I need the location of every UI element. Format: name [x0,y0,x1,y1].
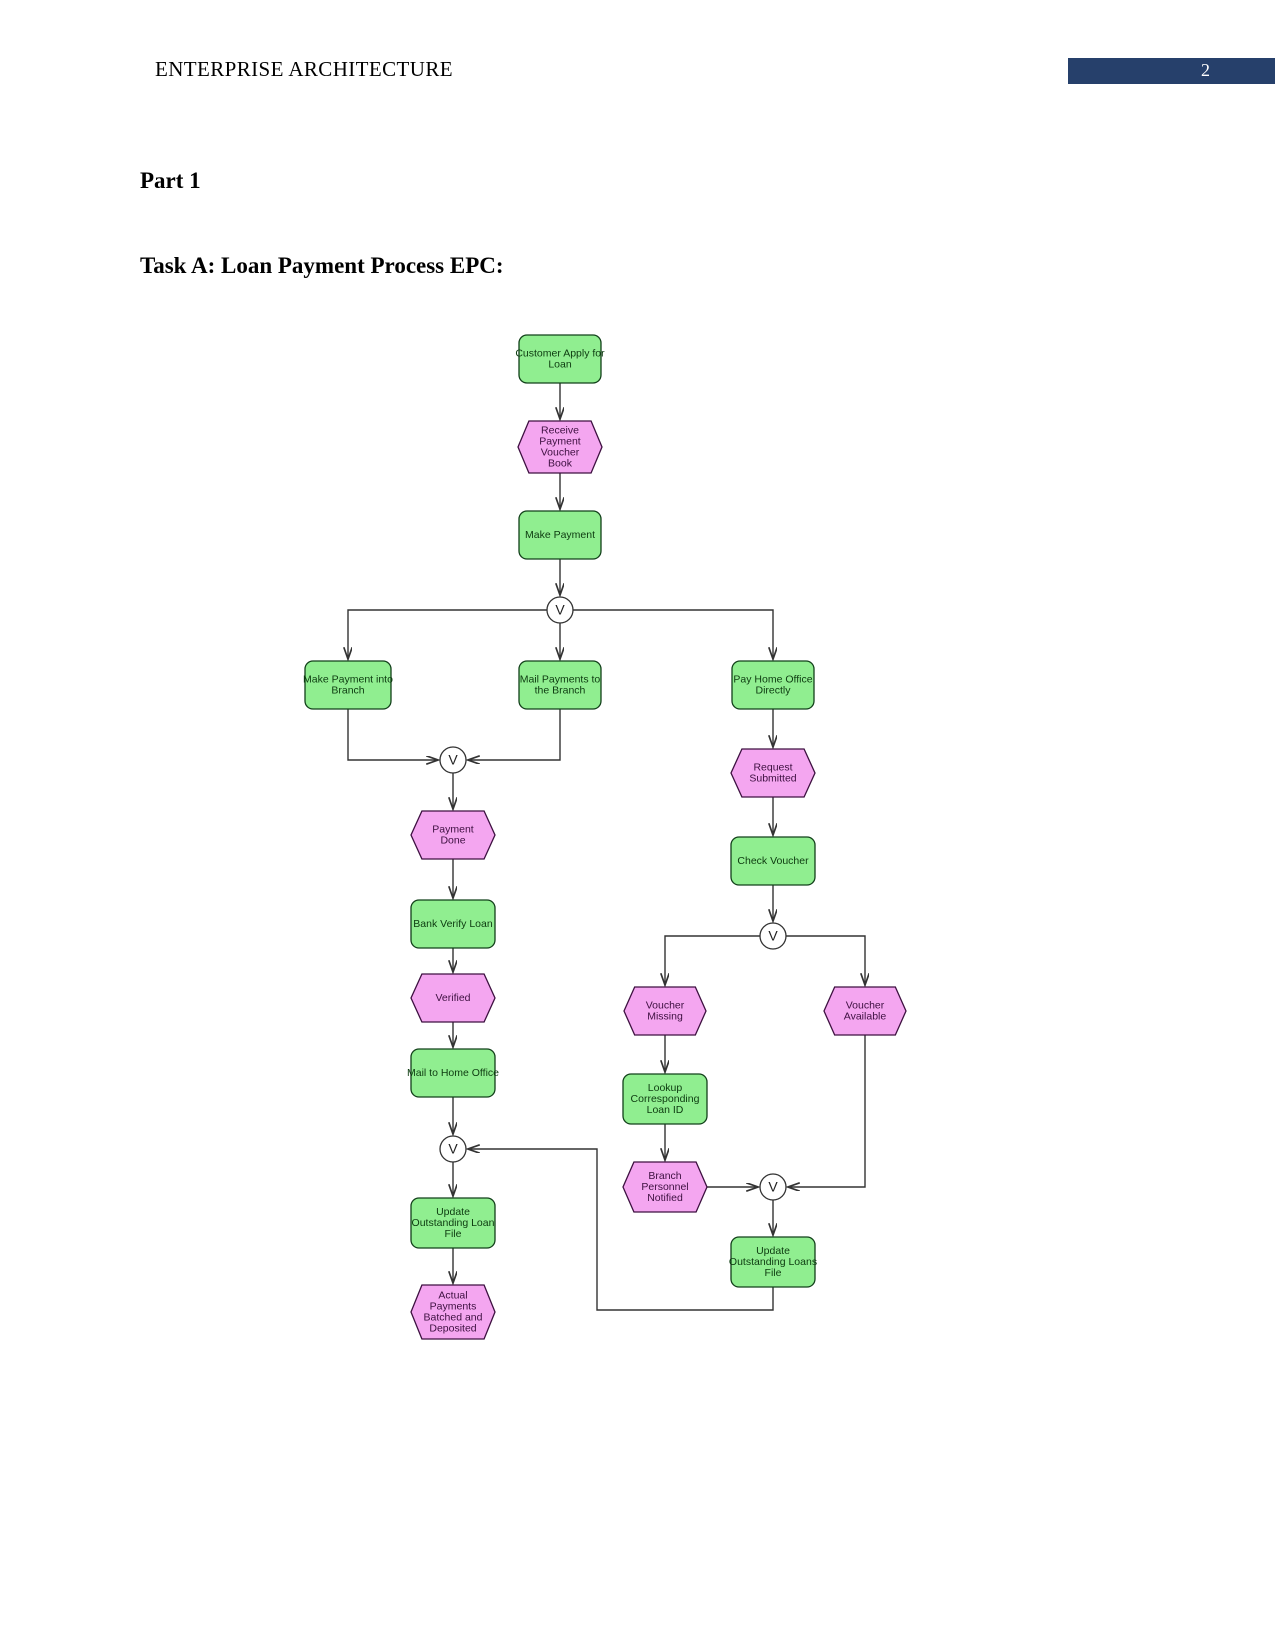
connector-c1[interactable]: V [546,596,574,624]
node-label: Check Voucher [737,855,809,867]
node-layer: Customer Apply for Loan Receive Payment Vouc… [303,334,907,1340]
edge-c3-to-n15 [665,935,760,985]
event-payment-done[interactable]: Payment Done [410,810,496,860]
function-lookup-corresponding-loan-id[interactable]: Lookup Corresponding Loan ID [622,1073,708,1125]
page-number: 2 [1201,60,1210,80]
connector-c2[interactable]: V [439,746,467,774]
edge-c1-to-n6 [573,609,773,659]
edge-n4-to-c2 [347,709,438,760]
node-label: Bank Verify Loan [413,918,493,930]
event-branch-personnel-notified[interactable]: Branch Personnel Notified [622,1161,708,1213]
node-label: Voucher Available [844,999,887,1022]
connector-label: V [768,928,778,944]
node-label: Verified [435,992,470,1004]
connector-c4[interactable]: V [439,1135,467,1163]
event-actual-payments-batched-and-deposited[interactable]: Actual Payments Batched and Deposited [410,1284,496,1340]
function-mail-to-home-office[interactable]: Mail to Home Office [407,1048,499,1098]
connector-c3[interactable]: V [759,922,787,950]
connector-label: V [448,752,458,768]
function-check-voucher[interactable]: Check Voucher [730,836,816,886]
event-voucher-available[interactable]: Voucher Available [823,986,907,1036]
connector-c5[interactable]: V [759,1173,787,1201]
edge-c3-to-n16 [786,935,865,985]
edge-n19-to-c4 [468,1149,774,1311]
heading-part: Part 1 [140,168,201,193]
node-label: Request Submitted [749,761,796,784]
event-verified[interactable]: Verified [410,973,496,1023]
function-mail-payments-to-the-branch[interactable]: Mail Payments to the Branch [518,660,602,710]
node-label: Branch Personnel Notified [641,1170,688,1204]
connector-label: V [555,602,565,618]
document-page: ENTERPRISE ARCHITECTURE 2 Part 1 Task A:… [0,0,1275,1651]
function-make-payment[interactable]: Make Payment [518,510,602,560]
connector-label: V [448,1141,458,1157]
node-label: Voucher Missing [646,999,685,1022]
edge-n16-to-c5 [788,1035,866,1187]
event-receive-payment-voucher-book[interactable]: Receive Payment Voucher Book [517,420,603,474]
edge-n5-to-c2 [468,709,561,760]
heading-task: Task A: Loan Payment Process EPC: [140,253,504,278]
epc-diagram: Customer Apply for Loan Receive Payment Vouc… [0,310,1275,1390]
function-pay-home-office-directly[interactable]: Pay Home Office Directly [731,660,815,710]
event-voucher-missing[interactable]: Voucher Missing [623,986,707,1036]
epc-diagram-svg: Customer Apply for Loan Receive Payment Vouc… [303,334,907,1340]
function-make-payment-into-branch[interactable]: Make Payment into Branch [303,660,393,710]
node-label: Mail to Home Office [407,1067,499,1079]
function-bank-verify-loan[interactable]: Bank Verify Loan [410,899,496,949]
function-update-outstanding-loan-file[interactable]: Update Outstanding Loan File [410,1197,496,1249]
document-header-title: ENTERPRISE ARCHITECTURE [155,57,453,81]
function-customer-apply-for-loan[interactable]: Customer Apply for Loan [515,334,605,384]
page-number-box: 2 [1068,58,1275,84]
event-request-submitted[interactable]: Request Submitted [730,748,816,798]
connector-label: V [768,1179,778,1195]
edge-c1-to-n4 [348,609,547,659]
function-update-outstanding-loans-file[interactable]: Update Outstanding Loans File [729,1236,817,1288]
node-label: Make Payment [525,529,595,541]
